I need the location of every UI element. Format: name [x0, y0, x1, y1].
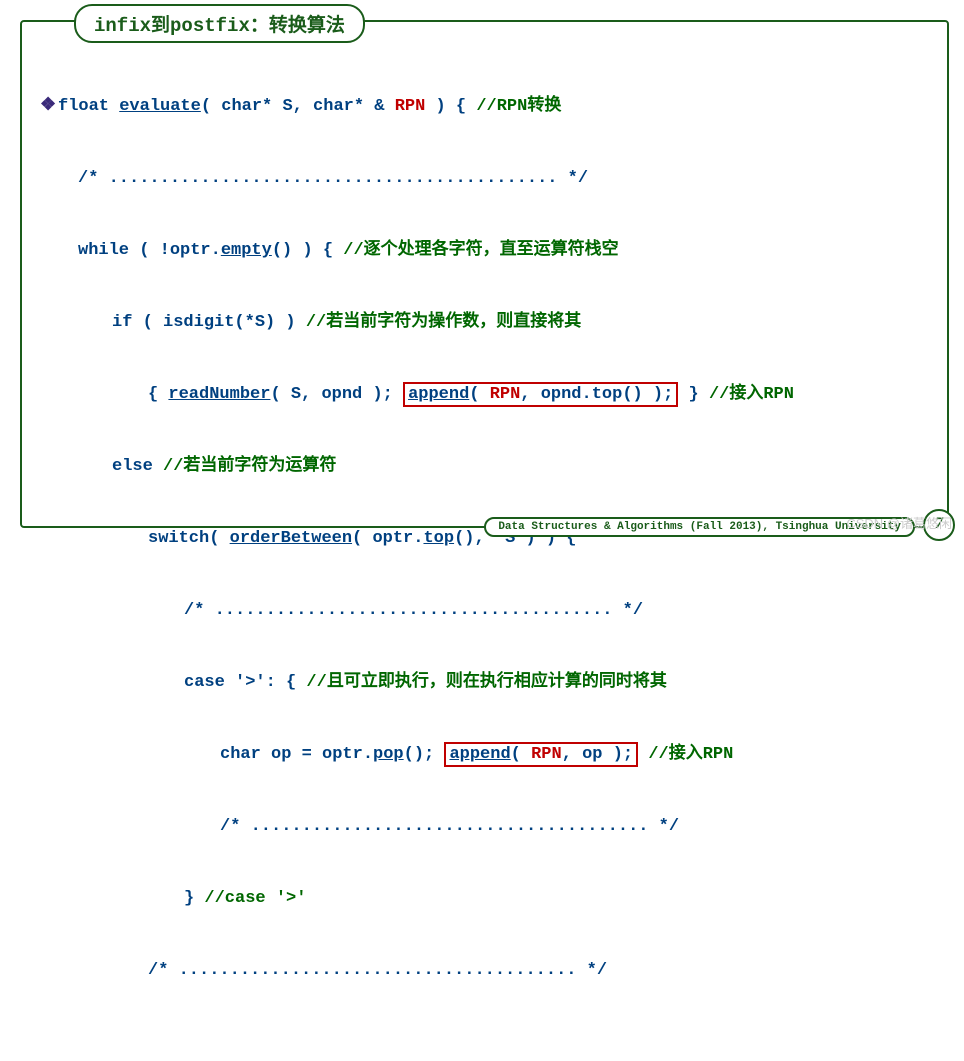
slide-title: infix到postfix：转换算法 — [74, 4, 365, 43]
cmt: //且可立即执行，则在执行相应计算的同时将其 — [306, 673, 666, 692]
highlight-box-2: append( RPN, op ); — [444, 742, 638, 767]
watermark: CSDN @诸葛悠闲 — [846, 513, 952, 532]
t: () ) { — [272, 241, 343, 260]
cmt-dots: /* .....................................… — [78, 169, 588, 188]
title-p1: infix — [94, 15, 151, 37]
highlight-box-1: append( RPN, opnd.top() ); — [403, 382, 678, 407]
t: ) { — [425, 97, 476, 116]
t: ( optr. — [352, 529, 423, 548]
bullet-icon: ❖ — [40, 88, 58, 124]
t — [638, 745, 648, 764]
title-p2: 到 — [151, 15, 170, 37]
fn-orderbetween: orderBetween — [230, 529, 352, 548]
fn-pop: pop — [373, 745, 404, 764]
t: while ( !optr. — [78, 241, 221, 260]
fn-readnumber: readNumber — [168, 385, 270, 404]
cmt: //逐个处理各字符，直至运算符栈空 — [343, 241, 618, 260]
cmt: //接入RPN — [709, 385, 794, 404]
t: else — [112, 457, 163, 476]
fn-evaluate: evaluate — [119, 97, 201, 116]
rpn: RPN — [490, 385, 521, 404]
t: float — [58, 97, 119, 116]
t: case '>': { — [184, 673, 306, 692]
cmt: //若当前字符为运算符 — [163, 457, 336, 476]
t: if ( isdigit(*S) ) — [112, 313, 306, 332]
t: , op ); — [562, 745, 633, 764]
cmt-dots: /* .....................................… — [148, 961, 607, 980]
rpn: RPN — [531, 745, 562, 764]
fn-top: top — [423, 529, 454, 548]
t: char op = optr. — [220, 745, 373, 764]
cmt: //case '>' — [204, 889, 306, 908]
fn-append: append — [449, 745, 510, 764]
t: } — [184, 889, 204, 908]
t: (); — [404, 745, 445, 764]
rpn: RPN — [395, 97, 426, 116]
slide-frame: infix到postfix：转换算法 ❖float evaluate( char… — [20, 20, 949, 528]
t: { — [148, 385, 168, 404]
cmt: //RPN转换 — [476, 97, 561, 116]
title-p4: ：转换算法 — [250, 15, 345, 37]
t: ( — [469, 385, 489, 404]
cmt: //接入RPN — [648, 745, 733, 764]
t: switch( — [148, 529, 230, 548]
t: ( — [511, 745, 531, 764]
cmt-dots: /* .....................................… — [184, 601, 643, 620]
t: , opnd.top() ); — [520, 385, 673, 404]
cmt-dots: /* .....................................… — [220, 817, 679, 836]
t: ( char* S, char* & — [201, 97, 395, 116]
code-block: ❖float evaluate( char* S, char* & RPN ) … — [40, 52, 929, 1061]
fn-append: append — [408, 385, 469, 404]
t: ( S, opnd ); — [270, 385, 403, 404]
cmt: //若当前字符为操作数，则直接将其 — [306, 313, 581, 332]
title-p3: postfix — [170, 15, 250, 37]
fn-empty: empty — [221, 241, 272, 260]
t: } — [678, 385, 709, 404]
